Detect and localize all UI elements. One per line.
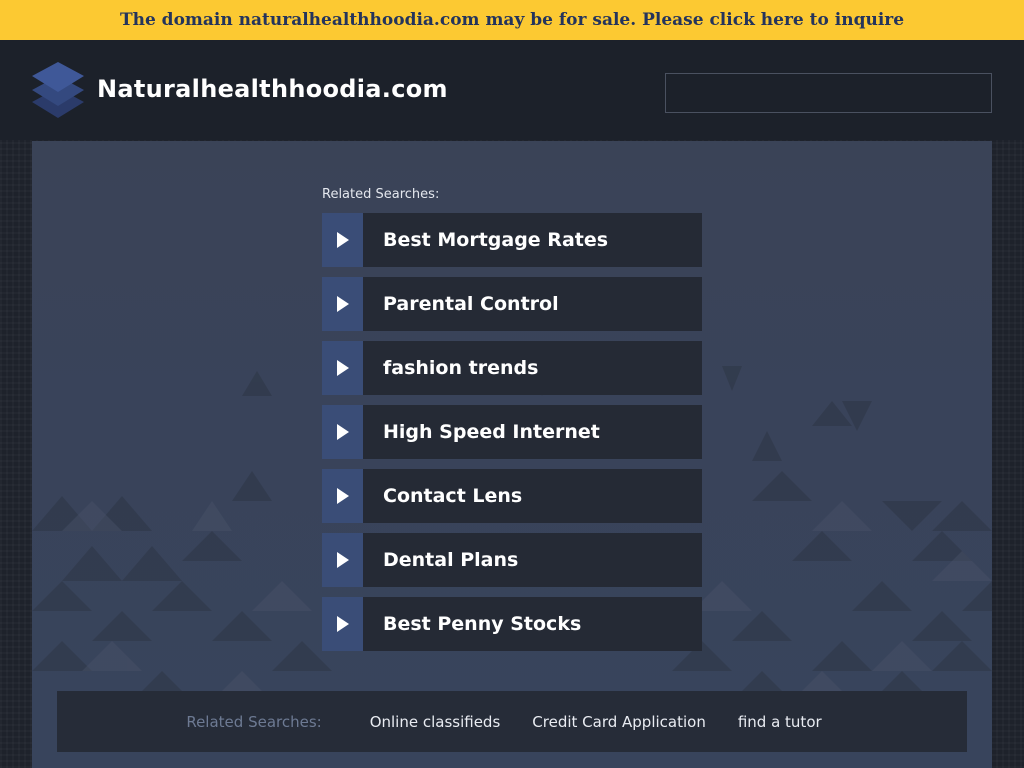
footer-related-searches: Related Searches: Online classifieds Cre… xyxy=(57,691,967,752)
related-link-best-penny-stocks[interactable]: Best Penny Stocks xyxy=(322,597,702,651)
related-link-label[interactable]: Dental Plans xyxy=(363,533,702,587)
related-link-best-mortgage-rates[interactable]: Best Mortgage Rates xyxy=(322,213,702,267)
related-link-label[interactable]: Best Mortgage Rates xyxy=(363,213,702,267)
related-link-dental-plans[interactable]: Dental Plans xyxy=(322,533,702,587)
search-input[interactable] xyxy=(665,73,992,113)
related-link-high-speed-internet[interactable]: High Speed Internet xyxy=(322,405,702,459)
footer-link-online-classifieds[interactable]: Online classifieds xyxy=(370,713,501,731)
related-link-parental-control[interactable]: Parental Control xyxy=(322,277,702,331)
related-link-label[interactable]: Best Penny Stocks xyxy=(363,597,702,651)
related-link-label[interactable]: fashion trends xyxy=(363,341,702,395)
related-searches-label: Related Searches: xyxy=(322,187,440,202)
footer-link-find-a-tutor[interactable]: find a tutor xyxy=(738,713,822,731)
play-arrow-icon xyxy=(322,533,363,587)
footer-related-label: Related Searches: xyxy=(186,712,322,731)
site-title: Naturalhealthhoodia.com xyxy=(97,75,448,103)
related-link-label[interactable]: High Speed Internet xyxy=(363,405,702,459)
domain-sale-text[interactable]: The domain naturalhealthhoodia.com may b… xyxy=(120,10,904,30)
play-arrow-icon xyxy=(322,597,363,651)
stacked-layers-icon xyxy=(32,62,84,118)
play-arrow-icon xyxy=(322,277,363,331)
footer-link-credit-card-application[interactable]: Credit Card Application xyxy=(532,713,706,731)
play-arrow-icon xyxy=(322,341,363,395)
play-arrow-icon xyxy=(322,469,363,523)
play-arrow-icon xyxy=(322,213,363,267)
play-arrow-icon xyxy=(322,405,363,459)
related-link-label[interactable]: Contact Lens xyxy=(363,469,702,523)
related-links-list: Best Mortgage Rates Parental Control fas… xyxy=(322,213,702,661)
main-content: Related Searches: Best Mortgage Rates Pa… xyxy=(32,141,992,768)
domain-sale-banner[interactable]: The domain naturalhealthhoodia.com may b… xyxy=(0,0,1024,40)
related-link-label[interactable]: Parental Control xyxy=(363,277,702,331)
related-link-fashion-trends[interactable]: fashion trends xyxy=(322,341,702,395)
related-link-contact-lens[interactable]: Contact Lens xyxy=(322,469,702,523)
site-header: Naturalhealthhoodia.com xyxy=(0,40,1024,140)
